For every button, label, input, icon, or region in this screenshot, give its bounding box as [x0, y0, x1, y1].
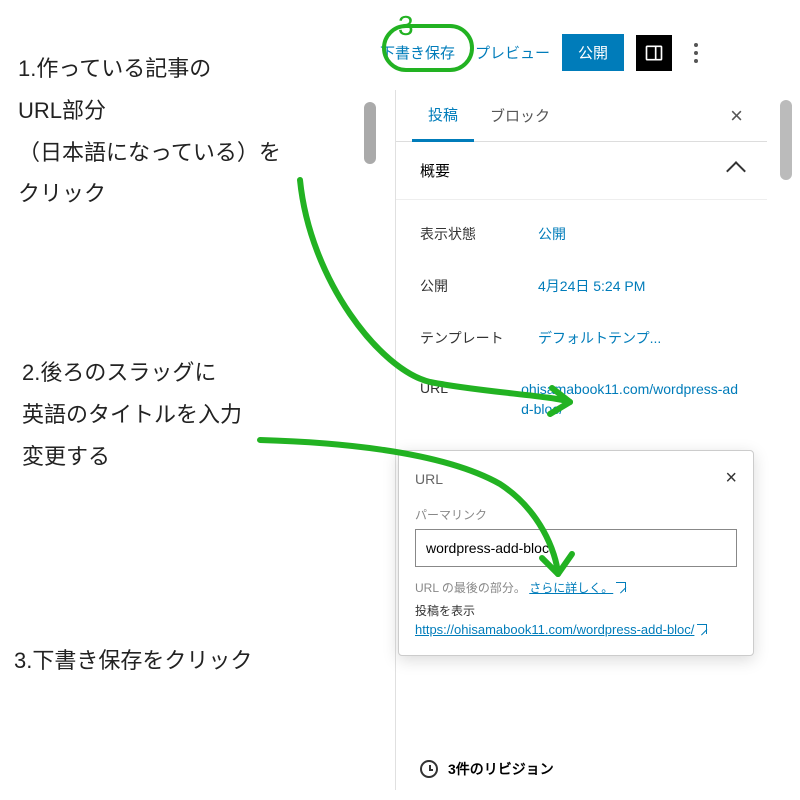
permalink-label: パーマリンク: [415, 506, 737, 523]
scrollbar-thumb[interactable]: [780, 100, 792, 180]
visibility-value[interactable]: 公開: [538, 224, 566, 244]
annotation-step2: 2.後ろのスラッグに 英語のタイトルを入力 変更する: [22, 352, 242, 477]
editor-scrollbar[interactable]: [364, 102, 376, 302]
helper-prefix: URL の最後の部分。: [415, 581, 529, 595]
template-value[interactable]: デフォルトテンプ...: [538, 328, 661, 348]
chevron-up-icon: [726, 161, 746, 181]
template-label: テンプレート: [420, 328, 538, 348]
tab-post[interactable]: 投稿: [412, 90, 474, 142]
url-popover: URL × パーマリンク URL の最後の部分。 さらに詳しく。 投稿を表示 h…: [398, 450, 754, 656]
editor-toolbar: 下書き保存 プレビュー 公開: [380, 34, 780, 71]
history-icon: [420, 760, 438, 778]
publish-button[interactable]: 公開: [562, 34, 624, 71]
popover-title: URL: [415, 471, 443, 487]
sidebar-scrollbar[interactable]: [780, 90, 792, 790]
post-settings-sidebar: 投稿 ブロック × 概要 表示状態 公開 公開 4月24日 5:24 PM テン…: [395, 90, 767, 790]
annotation-step1: 1.作っている記事の URL部分 （日本語になっている）を クリック: [18, 48, 398, 215]
annotation-step3: 3.下書き保存をクリック: [14, 640, 252, 682]
section-summary-header[interactable]: 概要: [396, 142, 767, 200]
row-url: URL ohisamabook11.com/wordpress-add-bloc…: [420, 364, 743, 435]
publish-value[interactable]: 4月24日 5:24 PM: [538, 276, 645, 296]
annotation-step3-number: 3: [398, 10, 414, 42]
external-link-icon: [697, 624, 707, 634]
section-summary-body: 表示状態 公開 公開 4月24日 5:24 PM テンプレート デフォルトテンプ…: [396, 200, 767, 443]
learn-more-link[interactable]: さらに詳しく。: [529, 581, 626, 595]
revisions-label: 3件のリビジョン: [448, 759, 554, 779]
preview-button[interactable]: プレビュー: [475, 42, 550, 63]
url-value[interactable]: ohisamabook11.com/wordpress-add-bloc/: [521, 380, 743, 419]
sidebar-tabs: 投稿 ブロック ×: [396, 90, 767, 142]
permalink-input[interactable]: [415, 529, 737, 567]
view-post-label: 投稿を表示: [415, 602, 737, 621]
publish-label: 公開: [420, 276, 538, 296]
external-link-icon: [616, 582, 626, 592]
row-template: テンプレート デフォルトテンプ...: [420, 312, 743, 364]
row-visibility: 表示状態 公開: [420, 208, 743, 260]
popover-close-button[interactable]: ×: [725, 467, 737, 490]
visibility-label: 表示状態: [420, 224, 538, 244]
settings-panel-toggle[interactable]: [636, 35, 672, 71]
scrollbar-thumb[interactable]: [364, 102, 376, 164]
more-menu-button[interactable]: [684, 35, 708, 71]
url-label: URL: [420, 380, 521, 419]
tab-block[interactable]: ブロック: [474, 91, 566, 140]
permalink-helper: URL の最後の部分。 さらに詳しく。: [415, 579, 737, 598]
view-post-link[interactable]: https://ohisamabook11.com/wordpress-add-…: [415, 622, 707, 637]
draft-save-button[interactable]: 下書き保存: [380, 42, 455, 63]
panel-icon: [644, 43, 664, 63]
sidebar-close-button[interactable]: ×: [722, 95, 751, 137]
section-summary-title: 概要: [420, 160, 450, 181]
revisions-button[interactable]: 3件のリビジョン: [396, 743, 767, 790]
row-publish: 公開 4月24日 5:24 PM: [420, 260, 743, 312]
